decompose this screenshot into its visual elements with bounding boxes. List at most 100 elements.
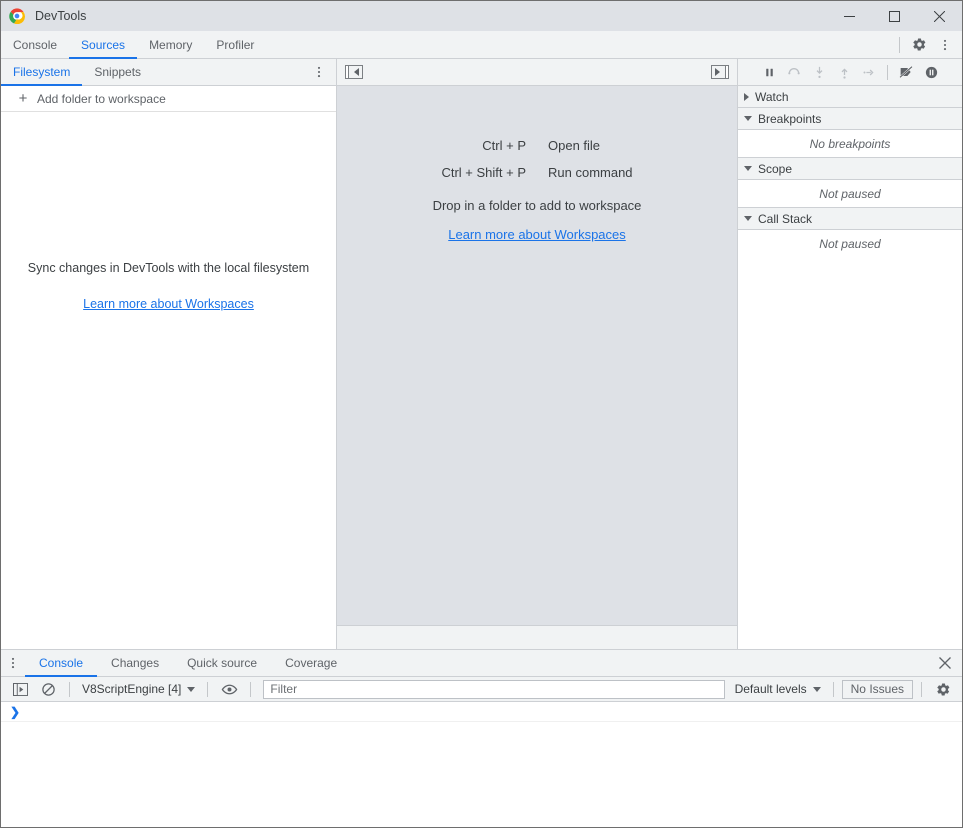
panel-collapse-left-icon[interactable] <box>345 65 363 79</box>
window-controls <box>827 1 962 31</box>
editor-status-bar <box>337 626 737 649</box>
debugger-filler <box>738 258 962 649</box>
editor-shortcuts-hints: Ctrl + P Open file Ctrl + Shift + P Run … <box>433 132 642 625</box>
panel-collapse-right-icon[interactable] <box>711 65 729 79</box>
section-title: Watch <box>755 90 789 104</box>
console-output-area[interactable]: ❯ <box>1 702 962 827</box>
pause-on-exceptions-icon[interactable] <box>919 61 943 83</box>
drawer-tab-label: Coverage <box>285 656 337 670</box>
tab-profiler[interactable]: Profiler <box>204 31 266 58</box>
sources-panel-body: Filesystem Snippets + Add folder to work… <box>1 59 962 649</box>
live-expression-eye-icon[interactable] <box>216 676 242 702</box>
console-log-levels-selector[interactable]: Default levels <box>731 682 825 696</box>
pause-script-execution-icon[interactable] <box>757 61 781 83</box>
drawer-tab-quick-source[interactable]: Quick source <box>173 650 271 676</box>
window-title: DevTools <box>35 9 86 23</box>
navigator-empty-state: Sync changes in DevTools with the local … <box>1 112 336 649</box>
section-title: Breakpoints <box>758 112 821 126</box>
section-title: Call Stack <box>758 212 812 226</box>
chevron-down-icon <box>187 687 195 692</box>
more-vertical-icon[interactable] <box>932 32 958 58</box>
plus-icon: + <box>17 93 29 105</box>
divider <box>69 682 70 697</box>
tab-label: Memory <box>149 38 192 52</box>
section-title: Scope <box>758 162 792 176</box>
main-tab-strip: Console Sources Memory Profiler <box>1 31 962 59</box>
debugger-sidebar: Watch Breakpoints No breakpoints Scope N… <box>738 59 962 649</box>
chevron-down-icon <box>744 116 752 121</box>
console-sidebar-toggle-icon[interactable] <box>7 676 33 702</box>
drawer-tab-label: Console <box>39 656 83 670</box>
more-vertical-icon[interactable] <box>306 59 332 85</box>
divider <box>921 682 922 697</box>
close-icon[interactable] <box>932 650 958 676</box>
drawer-tab-label: Changes <box>111 656 159 670</box>
divider <box>899 37 900 53</box>
clear-console-icon[interactable] <box>35 676 61 702</box>
chevron-down-icon <box>813 687 821 692</box>
tab-label: Console <box>13 38 57 52</box>
title-bar: DevTools <box>1 1 962 31</box>
gear-icon[interactable] <box>930 676 956 702</box>
divider <box>833 682 834 697</box>
close-button[interactable] <box>917 1 962 31</box>
console-prompt-row[interactable]: ❯ <box>1 702 962 722</box>
navigator-learn-more-link[interactable]: Learn more about Workspaces <box>83 297 254 311</box>
divider <box>207 682 208 697</box>
add-folder-label: Add folder to workspace <box>37 92 166 106</box>
editor-tab-bar <box>337 59 737 86</box>
nav-tab-label: Filesystem <box>13 65 70 79</box>
no-issues-button[interactable]: No Issues <box>842 680 913 699</box>
debugger-section-scope[interactable]: Scope <box>738 158 962 180</box>
editor-pane: Ctrl + P Open file Ctrl + Shift + P Run … <box>337 59 738 649</box>
shortcut-row: Ctrl + P Open file <box>441 132 632 159</box>
nav-tab-snippets[interactable]: Snippets <box>82 59 153 85</box>
drawer-tab-strip: Console Changes Quick source Coverage <box>1 650 962 677</box>
add-folder-to-workspace-button[interactable]: + Add folder to workspace <box>1 86 336 112</box>
call-stack-empty-text: Not paused <box>738 230 962 258</box>
deactivate-breakpoints-icon[interactable] <box>894 61 918 83</box>
shortcut-key: Ctrl + P <box>441 132 548 159</box>
console-filter-input[interactable] <box>263 680 724 699</box>
devtools-window: DevTools Console Sources Memory Profiler <box>0 0 963 828</box>
shortcut-table: Ctrl + P Open file Ctrl + Shift + P Run … <box>441 132 632 186</box>
console-context-selector[interactable]: V8ScriptEngine [4] <box>78 682 199 696</box>
main-tab-strip-actions <box>893 31 962 58</box>
navigator-tab-strip: Filesystem Snippets <box>1 59 336 86</box>
navigator-empty-text: Sync changes in DevTools with the local … <box>28 261 309 275</box>
debugger-section-breakpoints[interactable]: Breakpoints <box>738 108 962 130</box>
gear-icon[interactable] <box>906 32 932 58</box>
editor-learn-more-row: Learn more about Workspaces <box>448 227 626 242</box>
console-log-levels-value: Default levels <box>735 682 807 696</box>
debugger-section-call-stack[interactable]: Call Stack <box>738 208 962 230</box>
tab-sources[interactable]: Sources <box>69 31 137 58</box>
drawer-tab-console[interactable]: Console <box>25 650 97 676</box>
minimize-button[interactable] <box>827 1 872 31</box>
tab-console[interactable]: Console <box>1 31 69 58</box>
drawer-tab-changes[interactable]: Changes <box>97 650 173 676</box>
maximize-button[interactable] <box>872 1 917 31</box>
drawer-tab-label: Quick source <box>187 656 257 670</box>
chevron-right-icon <box>744 93 749 101</box>
console-drawer: Console Changes Quick source Coverage <box>1 649 962 827</box>
navigator-tab-actions <box>306 59 336 85</box>
chevron-down-icon <box>744 216 752 221</box>
scope-empty-text: Not paused <box>738 180 962 208</box>
step-icon[interactable] <box>857 61 881 83</box>
more-vertical-icon[interactable] <box>1 650 25 676</box>
step-into-next-function-call-icon[interactable] <box>807 61 831 83</box>
editor-learn-more-link[interactable]: Learn more about Workspaces <box>448 227 626 242</box>
prompt-arrow-icon: ❯ <box>10 706 20 718</box>
nav-tab-label: Snippets <box>94 65 141 79</box>
tab-memory[interactable]: Memory <box>137 31 204 58</box>
nav-tab-filesystem[interactable]: Filesystem <box>1 59 82 85</box>
editor-empty-surface: Ctrl + P Open file Ctrl + Shift + P Run … <box>337 86 737 626</box>
drawer-tab-coverage[interactable]: Coverage <box>271 650 351 676</box>
navigator-pane: Filesystem Snippets + Add folder to work… <box>1 59 337 649</box>
chrome-logo-icon <box>9 8 25 24</box>
tab-label: Sources <box>81 38 125 52</box>
step-out-of-current-function-icon[interactable] <box>832 61 856 83</box>
step-over-next-function-call-icon[interactable] <box>782 61 806 83</box>
debugger-section-watch[interactable]: Watch <box>738 86 962 108</box>
divider <box>887 65 888 80</box>
